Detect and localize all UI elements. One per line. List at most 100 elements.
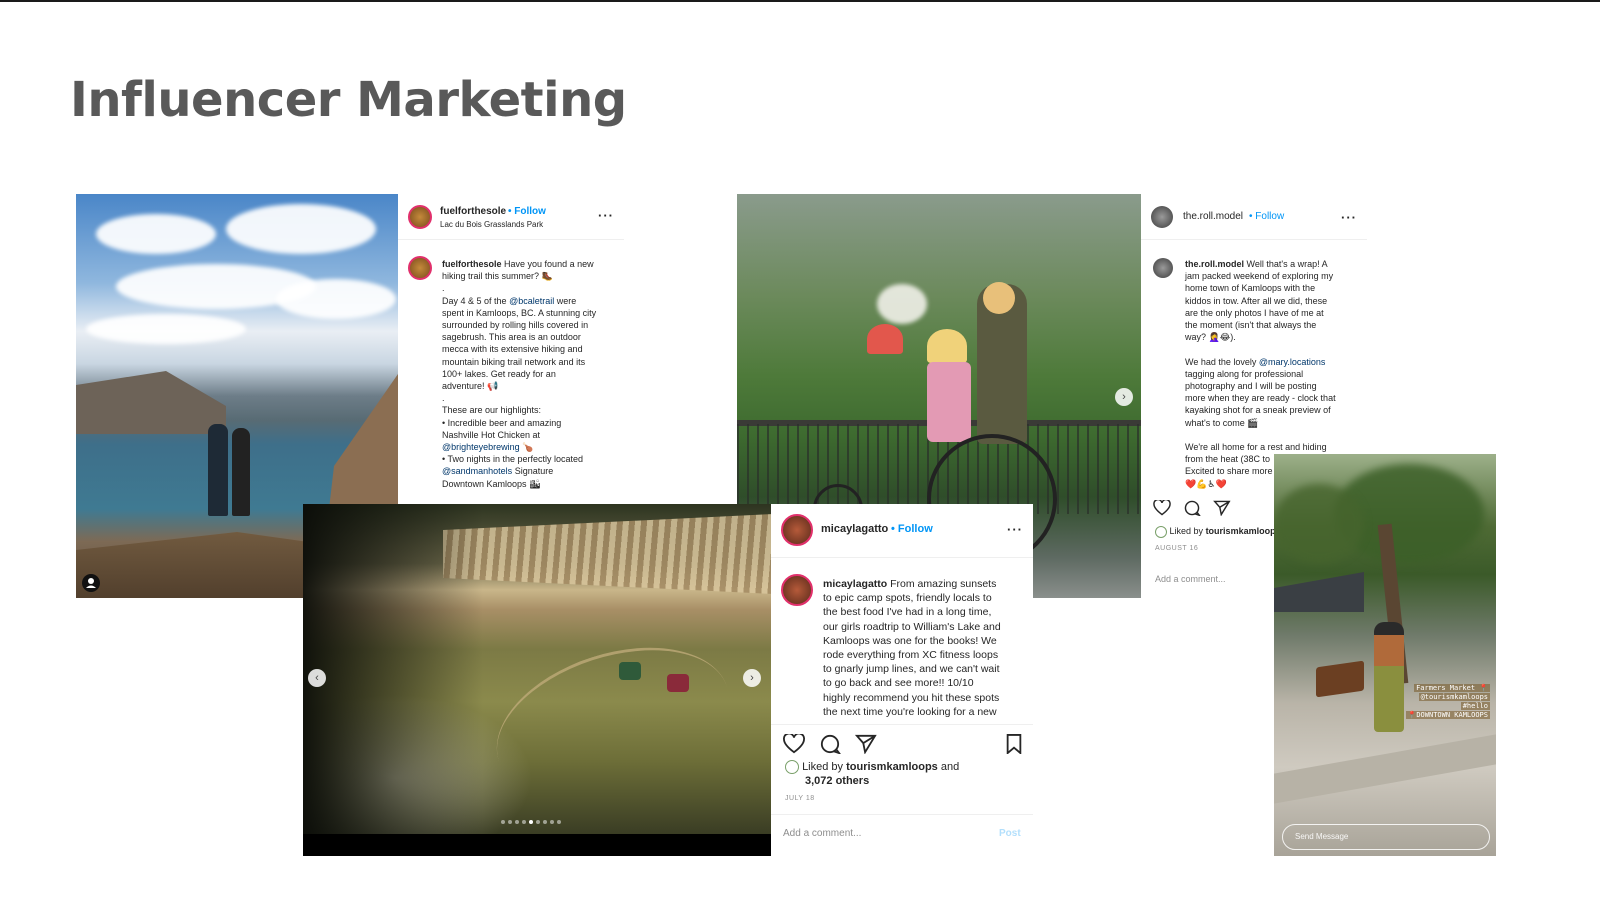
avatar[interactable] [1151,206,1173,228]
woman-figure [1374,622,1404,732]
mtb-scene [303,504,771,834]
caption-username[interactable]: micaylagatto [823,578,887,590]
liked-user-link[interactable]: tourismkamloop [1206,526,1276,536]
username[interactable]: the.roll.model [1183,211,1243,222]
post-header: micaylagatto • Follow ··· [771,504,1033,558]
post-photo-mountain-bikers[interactable]: ‹ › [303,504,771,856]
caption-line: the moment (isn't that always the [1185,320,1317,331]
add-comment-input[interactable]: Add a comment... [783,828,861,839]
caption-line: surrounded by rolling hills covered in [442,320,589,331]
divider [771,814,1033,815]
liked-by-label: Liked by [1169,526,1204,536]
carousel-dot[interactable] [550,820,554,824]
caption-line: • Incredible beer and amazing [442,417,562,428]
divider [771,724,1033,725]
post-header: fuelforthesole • Follow Lac du Bois Gras… [398,194,624,240]
send-message-input[interactable]: Send Message [1282,824,1490,850]
post-date[interactable]: JULY 18 [785,795,815,802]
more-options-icon[interactable]: ··· [1341,210,1357,225]
follow-button[interactable]: • Follow [891,523,933,535]
avatar[interactable] [781,574,813,606]
mention-link[interactable]: @mary.locations [1259,357,1326,367]
carousel-dot[interactable] [557,820,561,824]
add-comment-input[interactable]: Add a comment... [1155,574,1226,584]
share-paper-plane-icon[interactable] [854,734,877,759]
carousel-dot[interactable] [529,820,533,824]
caption-line: Nashville Hot Chicken at [442,429,541,440]
sticker-location[interactable]: 📍DOWNTOWN KAMLOOPS [1405,711,1490,719]
username[interactable]: micaylagatto [821,523,888,535]
avatar[interactable] [408,205,432,229]
liker-avatar[interactable] [785,760,799,775]
caption-username[interactable]: fuelforthesole [442,259,502,269]
carousel-dot[interactable] [543,820,547,824]
carousel-dot[interactable] [508,820,512,824]
sticker-mention[interactable]: @tourismkamloops [1418,693,1490,701]
rider-figure [667,674,689,692]
carousel-indicator [501,820,561,826]
carousel-dot[interactable] [522,820,526,824]
user-tag-icon[interactable] [82,574,100,592]
instagram-story-farmers-market: Farmers Market 📍 @tourismkamloops #hello… [1274,454,1496,856]
mention-link[interactable]: @sandmanhotels [442,466,512,476]
curb [1274,734,1496,804]
slide-title: Influencer Marketing [70,72,627,128]
caption-line: mountain biking trail network and its [442,356,586,367]
carousel-dot[interactable] [536,820,540,824]
liked-user-link[interactable]: tourismkamloops [846,761,938,773]
caption-line: highly recommend you hit these spots [823,691,1000,704]
follow-label: Follow [897,523,933,535]
avatar[interactable] [1153,258,1173,278]
comment-bubble-icon[interactable] [819,734,842,759]
caption-line: sagebrush. This area is an outdoor [442,332,581,343]
comment-bubble-icon[interactable] [1183,500,1202,521]
avatar[interactable] [781,514,813,546]
mention-link[interactable]: @bcaletrail [509,296,554,306]
username[interactable]: fuelforthesole [440,206,506,217]
caption-line: to go back and see more!! 10/10 [823,677,974,690]
avatar[interactable] [408,256,432,280]
liker-avatar[interactable] [1155,525,1167,538]
carousel-dot[interactable] [501,820,505,824]
shadow [303,504,483,834]
caption-line: We're all home for a rest and hiding [1185,442,1327,453]
location[interactable]: Lac du Bois Grasslands Park [440,220,543,229]
next-image-chevron-icon[interactable]: › [743,669,761,687]
mention-link[interactable]: @brighteyebrewing [442,442,520,452]
canyon-cliff [443,514,771,594]
woman-hair [983,282,1015,314]
like-heart-icon[interactable] [783,732,805,759]
share-paper-plane-icon[interactable] [1213,500,1231,521]
caption-line: mecca with its extensive hiking and [442,344,583,355]
caption-line: Kamloops was one for the books! We [823,634,997,647]
follow-button[interactable]: • Follow [1249,211,1284,222]
post-date[interactable]: AUGUST 16 [1155,545,1198,552]
caption-line: adventure! 📢 [442,381,499,392]
save-bookmark-icon[interactable] [1005,734,1023,759]
caption-line: kayaking shot for a sneak preview of [1185,405,1331,416]
caption-line: Day 4 & 5 of the [442,295,507,306]
caption-username[interactable]: the.roll.model [1185,259,1244,269]
caption-line: 100+ lakes. Get ready for an [442,368,556,379]
caption-line: . [442,393,445,404]
sticker-hashtag[interactable]: #hello [1460,702,1490,710]
follow-button[interactable]: • Follow [508,206,546,217]
caption-line: photography and I will be posting [1185,381,1317,392]
top-border-line [0,0,1600,2]
post-comment-button[interactable]: Post [999,828,1021,839]
post-actions [783,732,877,759]
next-image-chevron-icon[interactable]: › [1115,388,1133,406]
caption-line: were [556,295,577,306]
caption-line: We had the lovely [1185,356,1257,367]
more-options-icon[interactable]: ··· [598,208,614,223]
post-header: the.roll.model • Follow ··· [1141,194,1367,240]
hiker-figure [208,424,228,516]
story-sticker[interactable]: Farmers Market 📍 @tourismkamloops #hello… [1405,684,1490,720]
like-heart-icon[interactable] [1153,498,1171,521]
previous-image-chevron-icon[interactable]: ‹ [308,669,326,687]
more-options-icon[interactable]: ··· [1007,522,1023,537]
caption-line: ❤️💪♿❤️ [1185,478,1227,489]
story-photo[interactable]: Farmers Market 📍 @tourismkamloops #hello… [1274,454,1496,856]
carousel-dot[interactable] [515,820,519,824]
liked-others-link[interactable]: 3,072 others [805,775,869,787]
